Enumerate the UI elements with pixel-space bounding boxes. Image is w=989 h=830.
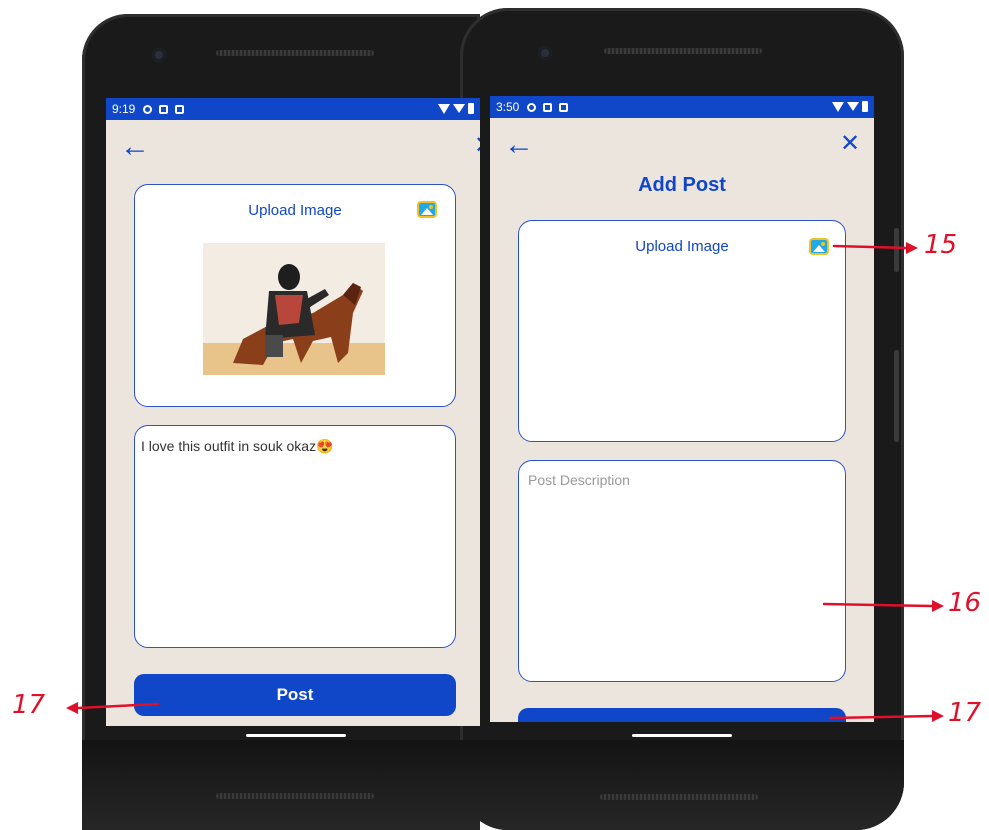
- arrow-17-left: [76, 702, 160, 710]
- arrow-17-right: [828, 714, 934, 720]
- arrow-15: [832, 244, 908, 250]
- arrow-16: [822, 602, 934, 608]
- annotation-label-17-right: 17: [948, 698, 982, 728]
- annotation-arrows: [66, 242, 944, 722]
- annotation-label-15: 15: [924, 230, 958, 260]
- annotation-label-16: 16: [948, 588, 982, 618]
- annotation-label-17-left: 17: [12, 690, 46, 720]
